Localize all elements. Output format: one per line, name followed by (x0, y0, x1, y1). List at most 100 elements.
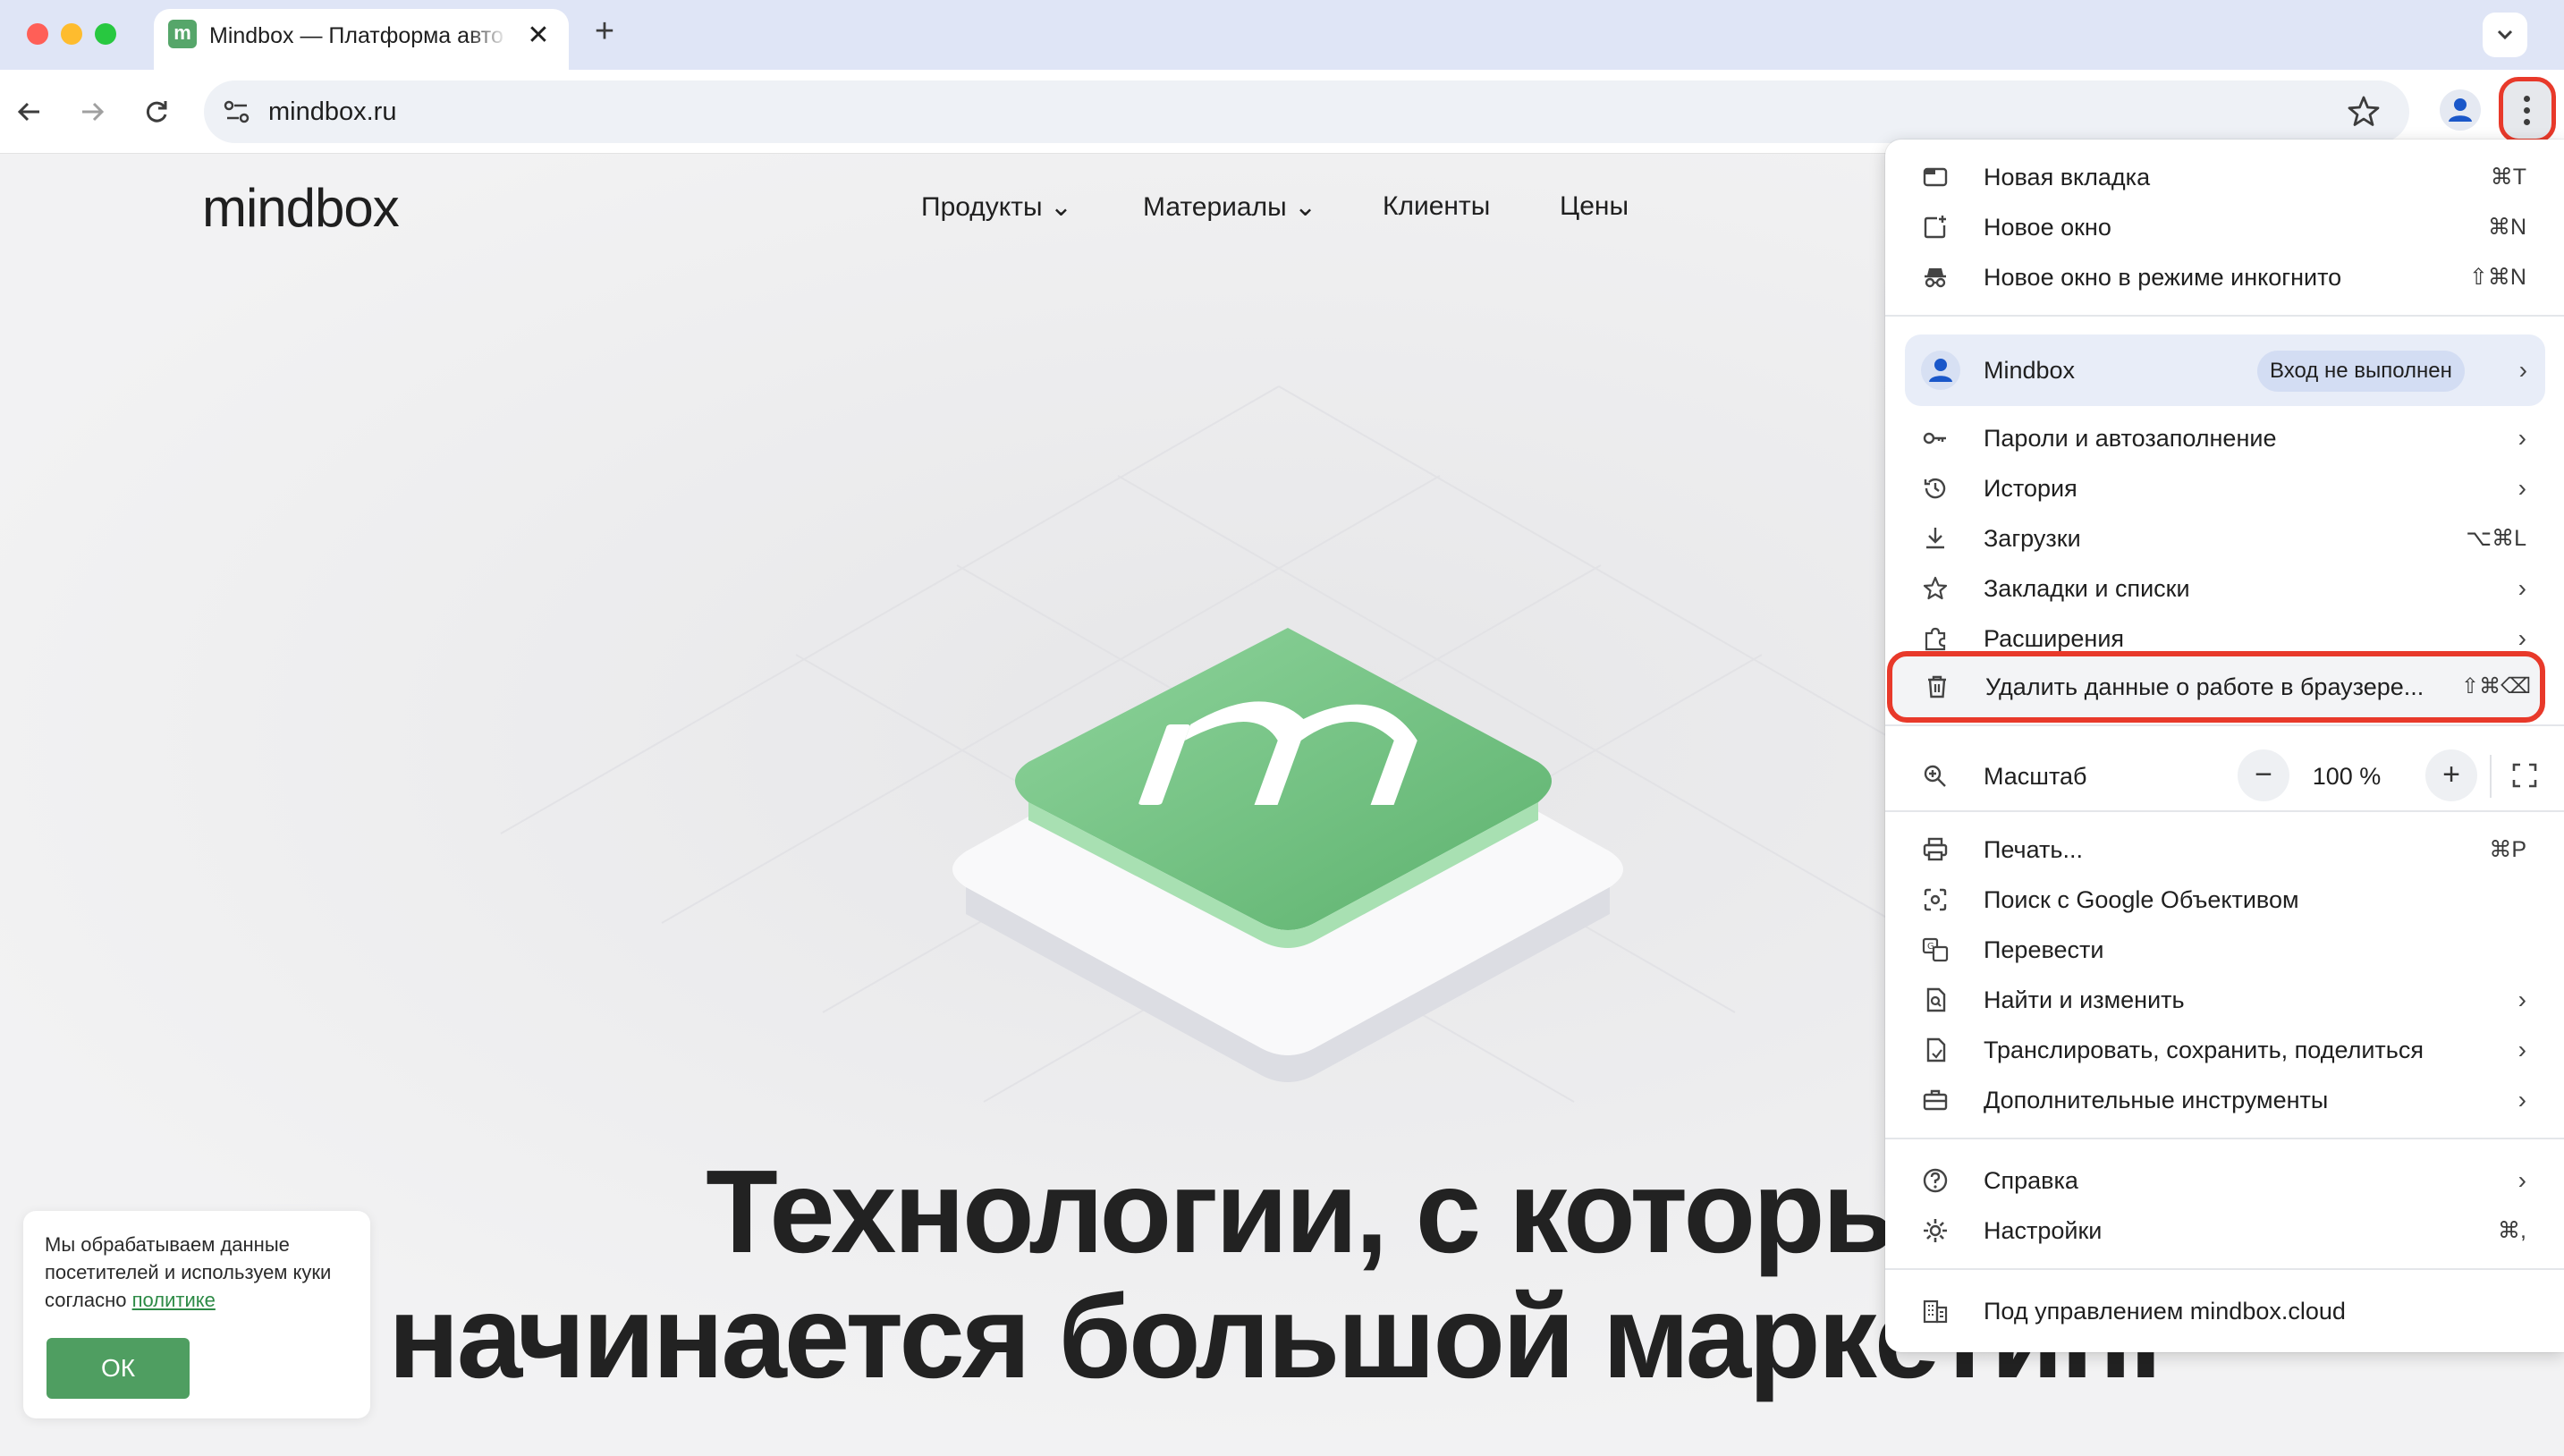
menu-help[interactable]: Справка › (1885, 1155, 2564, 1206)
zoom-icon (1924, 765, 1946, 787)
person-icon (2449, 98, 2472, 122)
menu-label: Настройки (1984, 1217, 2103, 1244)
menu-downloads[interactable]: Загрузки ⌥⌘L (1885, 513, 2564, 563)
tab-search-button[interactable] (2483, 13, 2527, 57)
menu-label: История (1984, 475, 2077, 502)
menu-clear-browsing-data[interactable]: Удалить данные о работе в браузере... ⇧⌘… (1887, 651, 2545, 723)
menu-print[interactable]: Печать... ⌘P (1885, 825, 2564, 875)
arrow-right-icon (82, 102, 105, 122)
chevron-right-icon: › (2517, 986, 2526, 1013)
reload-button[interactable] (134, 89, 179, 134)
close-window-button[interactable] (27, 23, 48, 45)
chevron-right-icon: › (2517, 1036, 2526, 1063)
nav-clients[interactable]: Клиенты (1383, 191, 1490, 222)
new-tab-button[interactable]: + (585, 13, 624, 52)
sign-in-status-badge[interactable]: Вход не выполнен (2257, 351, 2465, 392)
menu-shortcut: ⇧⌘N (2468, 265, 2526, 290)
translate-icon: G (1922, 937, 1949, 962)
menu-label: Поиск с Google Объективом (1984, 886, 2299, 913)
nav-products[interactable]: Продукты ⌄ (921, 191, 1072, 223)
cookie-ok-button[interactable]: ОК (47, 1338, 190, 1399)
menu-separator (1885, 724, 2564, 726)
menu-history[interactable]: История › (1885, 463, 2564, 513)
chevron-right-icon: › (2517, 1086, 2526, 1113)
fullscreen-button[interactable] (2499, 749, 2551, 801)
new-tab-icon (1923, 167, 1948, 187)
menu-translate[interactable]: G Перевести (1885, 925, 2564, 975)
menu-new-window[interactable]: Новое окно ⌘N (1885, 202, 2564, 252)
menu-cast-save-share[interactable]: Транслировать, сохранить, поделиться › (1885, 1025, 2564, 1075)
chrome-menu-button[interactable] (2499, 77, 2556, 143)
menu-label: Справка (1984, 1167, 2078, 1194)
address-bar[interactable]: mindbox.ru (204, 80, 2409, 143)
menu-managed-by[interactable]: Под управлением mindbox.cloud (1885, 1286, 2564, 1336)
mindbox-logo-illustration (952, 628, 1623, 1082)
back-button[interactable] (7, 89, 52, 134)
zoom-in-button[interactable]: + (2425, 749, 2477, 801)
menu-label: Перевести (1984, 936, 2104, 963)
cookie-policy-link[interactable]: политике (132, 1289, 216, 1311)
gear-icon (1924, 1219, 1947, 1242)
menu-find-edit[interactable]: Найти и изменить › (1885, 975, 2564, 1025)
reload-icon (146, 101, 167, 123)
menu-separator (1885, 810, 2564, 812)
tab-title-fade (467, 16, 508, 55)
more-vertical-icon (2524, 96, 2531, 126)
menu-new-tab[interactable]: Новая вкладка ⌘T (1885, 152, 2564, 202)
bookmark-star-icon[interactable] (2345, 93, 2382, 131)
tab-strip: m Mindbox — Платформа автом ✕ + (0, 0, 2564, 70)
new-window-icon (1924, 216, 1946, 239)
svg-text:G: G (1927, 942, 1934, 952)
forward-button[interactable] (70, 89, 114, 134)
menu-label: Печать... (1984, 836, 2083, 863)
menu-separator (1885, 315, 2564, 317)
chrome-app-menu: Новая вкладка ⌘T Новое окно ⌘N Новое окн… (1885, 140, 2564, 1352)
download-icon (1926, 528, 1944, 549)
zoom-divider (2490, 755, 2492, 798)
menu-shortcut: ⇧⌘⌫ (2460, 674, 2531, 698)
url-text[interactable]: mindbox.ru (268, 80, 396, 143)
browser-window: m Mindbox — Платформа автом ✕ + mindbox.… (0, 0, 2564, 1456)
chevron-right-icon: › (2517, 1166, 2526, 1194)
chevron-right-icon: › (2517, 424, 2526, 452)
menu-google-lens[interactable]: Поиск с Google Объективом (1885, 875, 2564, 925)
site-logo[interactable]: mindbox (202, 177, 400, 239)
menu-separator (1885, 1138, 2564, 1139)
zoom-out-button[interactable]: − (2238, 749, 2289, 801)
nav-prices[interactable]: Цены (1560, 191, 1629, 222)
key-icon (1923, 432, 1946, 444)
menu-label: Дополнительные инструменты (1984, 1087, 2329, 1113)
menu-bookmarks[interactable]: Закладки и списки › (1885, 563, 2564, 614)
tab-mindbox[interactable]: m Mindbox — Платформа автом ✕ (154, 9, 569, 70)
menu-incognito-window[interactable]: Новое окно в режиме инкогнито ⇧⌘N (1885, 252, 2564, 302)
lens-icon (1924, 888, 1947, 911)
menu-label: Масштаб (1984, 763, 2087, 790)
history-icon (1924, 478, 1946, 499)
menu-shortcut: ⌘T (2490, 165, 2526, 190)
minimize-window-button[interactable] (61, 23, 82, 45)
chevron-down-icon (2497, 30, 2513, 40)
person-icon (1929, 359, 1952, 382)
menu-shortcut: ⌘P (2489, 837, 2526, 862)
profile-name: Mindbox (1984, 357, 2076, 384)
menu-shortcut: ⌘N (2487, 215, 2526, 240)
tab-close-icon[interactable]: ✕ (520, 18, 556, 54)
profile-button[interactable] (2440, 89, 2481, 131)
toolbox-icon (1923, 1089, 1948, 1111)
menu-passwords[interactable]: Пароли и автозаполнение › (1885, 413, 2564, 463)
arrow-left-icon (17, 102, 39, 122)
menu-label: Новое окно в режиме инкогнито (1984, 264, 2342, 291)
menu-label: Транслировать, сохранить, поделиться (1984, 1037, 2424, 1063)
maximize-window-button[interactable] (95, 23, 116, 45)
menu-shortcut: ⌥⌘L (2466, 526, 2526, 551)
site-info-icon[interactable] (220, 95, 254, 129)
menu-settings[interactable]: Настройки ⌘, (1885, 1206, 2564, 1256)
printer-icon (1923, 837, 1948, 861)
menu-more-tools[interactable]: Дополнительные инструменты › (1885, 1075, 2564, 1125)
menu-label: Закладки и списки (1984, 575, 2190, 602)
nav-materials[interactable]: Материалы ⌄ (1143, 191, 1316, 223)
favicon-icon: m (168, 20, 197, 48)
menu-zoom-row: Масштаб − 100 % + (1885, 742, 2564, 810)
menu-label: Удалить данные о работе в браузере... (1985, 673, 2424, 700)
menu-profile-row[interactable]: Mindbox Вход не выполнен › (1905, 334, 2545, 406)
